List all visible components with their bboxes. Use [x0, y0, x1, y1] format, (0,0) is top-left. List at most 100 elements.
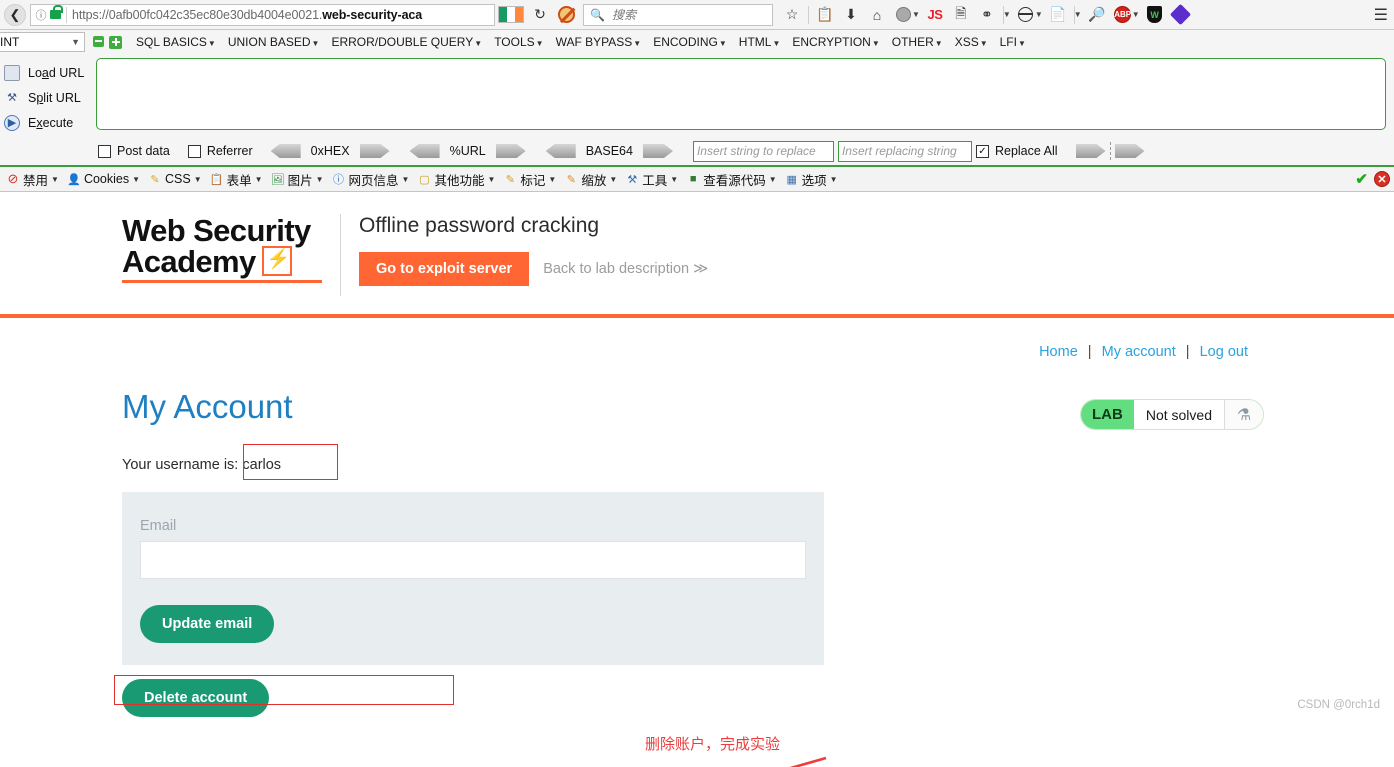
- menu-xss[interactable]: XSS▼: [949, 35, 994, 49]
- wd-resize-menu[interactable]: ✎ 缩放 ▼: [560, 170, 621, 189]
- menu-encryption[interactable]: ENCRYPTION▼: [786, 35, 885, 49]
- nav-separator: |: [1185, 344, 1190, 360]
- wd-css-menu[interactable]: ✎ CSS ▼: [144, 172, 206, 186]
- wd-status-group: ✔ ✕: [1355, 170, 1394, 188]
- extension-icon-strip: ☆ 📋 ⬇ ⌂ ▼ JS 🗎 ⚭ ▼ ▼ 📄 ▼ 🔎 ABP ▼ W ☰: [779, 3, 1390, 27]
- menu-error-double-query[interactable]: ERROR/DOUBLE QUERY▼: [325, 35, 488, 49]
- app-menu-icon[interactable]: ☰: [1374, 5, 1388, 25]
- hackbar-body: Load URL ⚒ Split URL ▶ Execute: [0, 54, 1394, 137]
- url-decode-button[interactable]: [409, 144, 440, 158]
- post-data-label: Post data: [117, 144, 170, 158]
- menu-label: TOOLS: [494, 35, 535, 49]
- menu-tools[interactable]: TOOLS▼: [488, 35, 549, 49]
- noscript-icon[interactable]: [553, 3, 579, 27]
- hackbar-type-select[interactable]: INT ▼: [0, 32, 85, 52]
- menu-lfi[interactable]: LFI▼: [994, 35, 1032, 49]
- menu-waf-bypass[interactable]: WAF BYPASS▼: [550, 35, 648, 49]
- hex-label: 0xHEX: [310, 144, 350, 158]
- cookies-icon: 👤: [67, 173, 81, 186]
- remove-tab-button[interactable]: [93, 35, 104, 47]
- chevron-down-icon[interactable]: ▼: [912, 10, 920, 19]
- update-email-button[interactable]: Update email: [140, 605, 275, 643]
- execute-button[interactable]: ▶ Execute: [2, 110, 92, 135]
- wd-label: 其他功能: [434, 173, 485, 188]
- menu-encoding[interactable]: ENCODING▼: [647, 35, 733, 49]
- split-url-button[interactable]: ⚒ Split URL: [2, 85, 92, 110]
- wd-label: 工具: [642, 173, 668, 188]
- javascript-toggle-icon[interactable]: JS: [922, 3, 948, 27]
- replace-apply-button[interactable]: [1075, 144, 1106, 158]
- menu-label: XSS: [954, 35, 979, 49]
- wd-view-source-menu[interactable]: ■ 查看源代码 ▼: [682, 170, 780, 189]
- wd-outline-menu[interactable]: ✎ 标记 ▼: [499, 170, 560, 189]
- nav-link-my-account[interactable]: My account: [1102, 344, 1176, 360]
- replace-all-checkbox[interactable]: ✓ Replace All: [975, 144, 1058, 158]
- chevron-down-icon[interactable]: ▼: [1132, 10, 1140, 19]
- reading-list-icon[interactable]: 📋: [812, 3, 838, 27]
- hex-encoder-group: 0xHEX: [270, 144, 390, 158]
- wd-tools-menu[interactable]: ⚒ 工具 ▼: [621, 170, 682, 189]
- page-info-icon[interactable]: 📄: [1045, 3, 1071, 27]
- wd-images-menu[interactable]: 🖼 图片 ▼: [267, 170, 328, 189]
- bookmark-star-icon[interactable]: ☆: [779, 3, 805, 27]
- validation-error-icon[interactable]: ✕: [1374, 171, 1390, 187]
- cookie-manager-icon[interactable]: ⚭: [974, 3, 1000, 27]
- zoom-search-icon[interactable]: 🔎: [1084, 3, 1110, 27]
- replace-search-input[interactable]: Insert string to replace: [692, 140, 834, 162]
- validation-ok-icon[interactable]: ✔: [1355, 170, 1368, 188]
- reload-button[interactable]: ↻: [527, 3, 553, 27]
- search-bar[interactable]: 🔍 搜索: [583, 3, 773, 26]
- hex-decode-button[interactable]: [270, 144, 301, 158]
- url-domain: web-security-aca: [322, 7, 423, 22]
- menu-other[interactable]: OTHER▼: [886, 35, 949, 49]
- add-tab-button[interactable]: [109, 35, 122, 49]
- menu-sql-basics[interactable]: SQL BASICS▼: [130, 35, 222, 49]
- base64-encode-button[interactable]: [642, 144, 673, 158]
- site-info-icon[interactable]: ⓘ: [33, 7, 49, 23]
- back-to-lab-description-link[interactable]: Back to lab description ≫: [543, 261, 708, 277]
- hackbar-panel: INT ▼ SQL BASICS▼ UNION BASED▼ ERROR/DOU…: [0, 30, 1394, 167]
- chevron-down-icon[interactable]: ▼: [1035, 10, 1043, 19]
- wd-misc-menu[interactable]: ▢ 其他功能 ▼: [413, 170, 499, 189]
- translate-icon[interactable]: 🗎: [948, 3, 974, 27]
- page-title: Offline password cracking: [359, 214, 600, 237]
- update-email-form: Email Update email: [122, 492, 824, 665]
- extension-diamond-icon[interactable]: [1168, 3, 1194, 27]
- url-encode-button[interactable]: [495, 144, 526, 158]
- url-bar[interactable]: ⓘ https://0afb00fc042c35ec80e30db4004e00…: [30, 3, 495, 26]
- hackbar-action-list: Load URL ⚒ Split URL ▶ Execute: [2, 58, 92, 135]
- menu-html[interactable]: HTML▼: [733, 35, 787, 49]
- home-icon[interactable]: ⌂: [864, 3, 890, 27]
- nav-link-log-out[interactable]: Log out: [1200, 344, 1248, 360]
- nav-link-home[interactable]: Home: [1039, 344, 1078, 360]
- email-input[interactable]: [140, 541, 806, 579]
- menu-union-based[interactable]: UNION BASED▼: [222, 35, 326, 49]
- back-arrow-icon[interactable]: ❮: [4, 3, 26, 26]
- base64-decode-button[interactable]: [545, 144, 576, 158]
- hackbar-tab-controls: [93, 35, 122, 49]
- post-data-checkbox[interactable]: Post data: [98, 144, 170, 158]
- academy-logo[interactable]: Web Security Academy: [122, 212, 330, 284]
- wd-disable-menu[interactable]: ⊘ 禁用 ▼: [2, 170, 63, 189]
- search-icon: 🔍: [590, 7, 605, 22]
- wd-label: 图片: [287, 173, 313, 188]
- referrer-checkbox[interactable]: Referrer: [187, 144, 253, 158]
- chevron-down-icon[interactable]: ▼: [1074, 10, 1082, 19]
- wd-options-menu[interactable]: ▦ 选项 ▼: [781, 170, 842, 189]
- lab-action-row: Go to exploit server Back to lab descrip…: [359, 252, 1370, 286]
- forms-icon: 📋: [209, 173, 224, 186]
- wd-page-info-menu[interactable]: ⓘ 网页信息 ▼: [328, 170, 414, 189]
- wd-forms-menu[interactable]: 📋 表单 ▼: [206, 170, 267, 189]
- chevron-down-icon[interactable]: ▼: [1003, 10, 1011, 19]
- hex-encode-button[interactable]: [359, 144, 390, 158]
- replace-secondary-button[interactable]: [1114, 144, 1145, 158]
- go-to-exploit-server-button[interactable]: Go to exploit server: [359, 252, 530, 286]
- downloads-icon[interactable]: ⬇: [838, 3, 864, 27]
- request-textarea[interactable]: [96, 58, 1386, 130]
- replace-with-input[interactable]: Insert replacing string: [837, 140, 972, 162]
- username-line: Your username is: carlos: [122, 444, 338, 480]
- load-url-button[interactable]: Load URL: [2, 60, 92, 85]
- wappalyzer-icon[interactable]: W: [1142, 3, 1168, 27]
- delete-account-button[interactable]: Delete account: [122, 679, 270, 717]
- wd-cookies-menu[interactable]: 👤 Cookies ▼: [63, 172, 144, 186]
